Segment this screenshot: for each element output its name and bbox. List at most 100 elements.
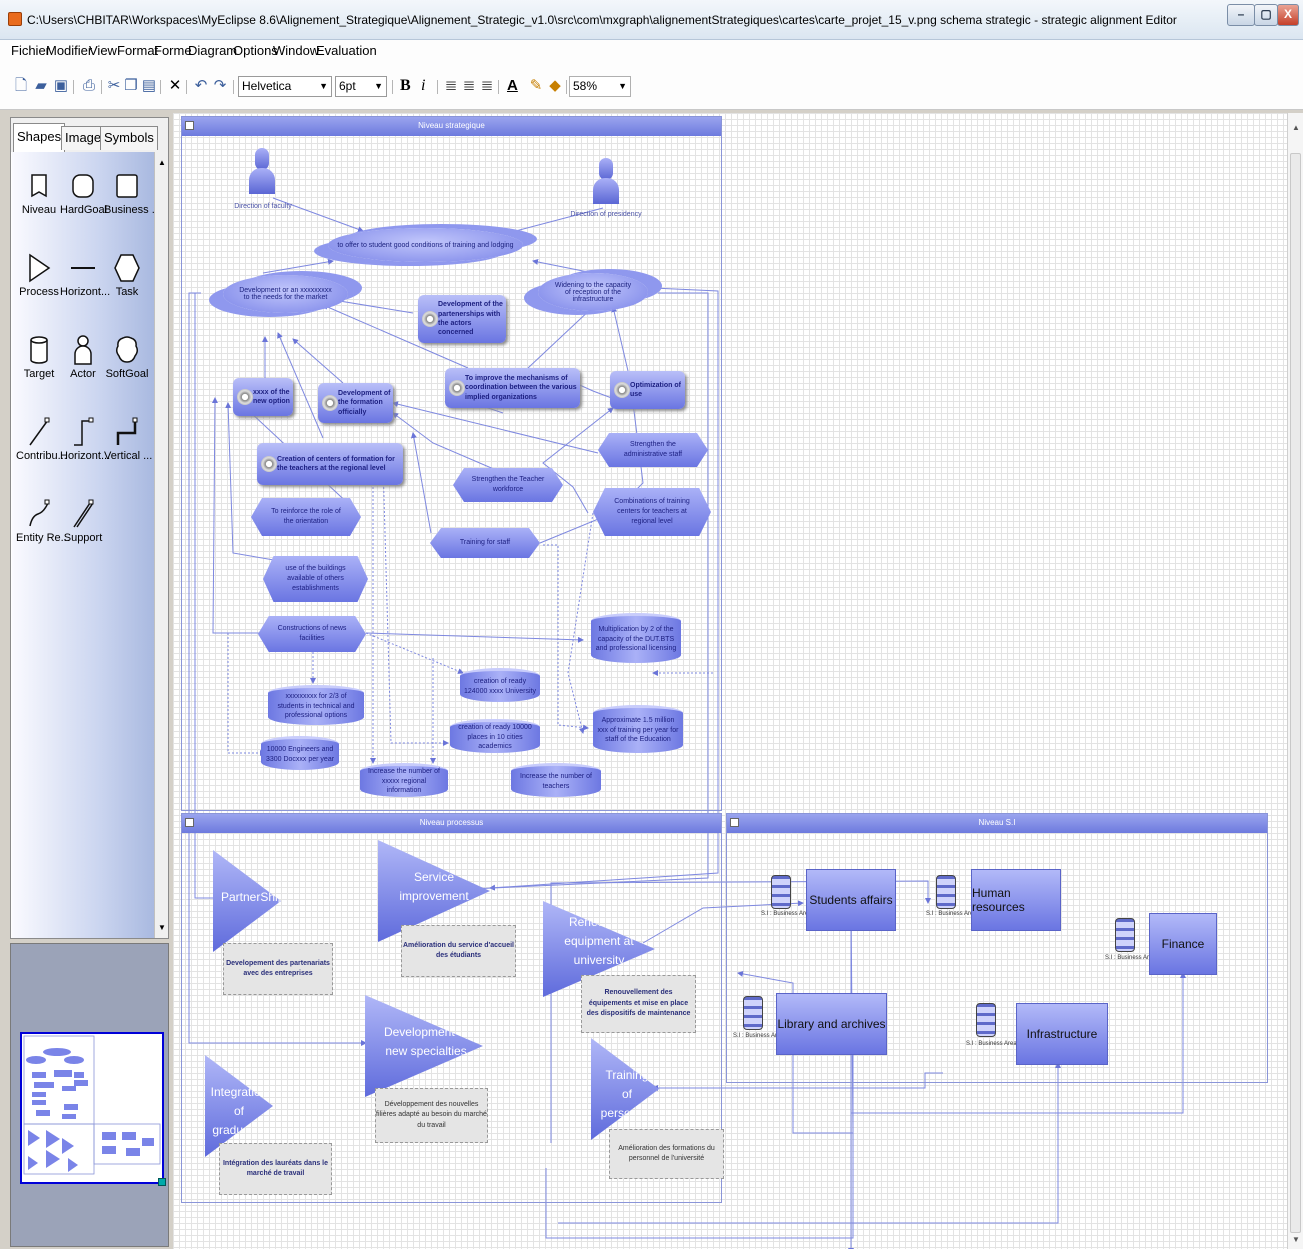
palette-scrollbar[interactable]: ▲ ▼ <box>154 152 168 938</box>
palette-item-business[interactable]: Business ... <box>104 168 161 216</box>
fill-color-icon[interactable]: ◆ <box>546 77 564 95</box>
note-specialties[interactable]: Développement des nouvelles filières ada… <box>375 1088 488 1143</box>
si-human-resources[interactable]: Human resources <box>971 869 1061 931</box>
italic-button[interactable]: i <box>421 76 425 96</box>
scroll-up-icon[interactable]: ▲ <box>158 158 166 167</box>
font-family-select[interactable]: Helvetica ▼ <box>238 76 332 97</box>
task-optimization[interactable]: Optimization of use <box>610 371 685 409</box>
si-finance[interactable]: Finance <box>1149 913 1217 975</box>
copy-icon[interactable]: ❐ <box>122 77 140 95</box>
indicator-creation-124000[interactable]: creation of ready 124000 xxxx University <box>460 668 540 702</box>
indicator-creation-10000[interactable]: creation of ready 10000 places in 10 cit… <box>450 719 540 753</box>
delete-icon[interactable]: ✕ <box>166 77 184 95</box>
menu-fichier[interactable]: Fichier <box>11 43 50 58</box>
palette-item-horizontal[interactable]: Horizont... <box>60 250 110 298</box>
indicator-multiplication[interactable]: Multiplication by 2 of the capacity of t… <box>591 613 681 663</box>
softgoal-capacity[interactable]: Widening to the capacity of reception of… <box>538 273 648 311</box>
actor-faculty[interactable] <box>249 148 275 194</box>
minimize-button[interactable]: – <box>1227 4 1255 26</box>
target-teacher-workforce[interactable]: Strengthen the Teacher workforce <box>453 468 563 502</box>
menu-diagram[interactable]: Diagram <box>188 43 237 58</box>
indicator-engineers[interactable]: 10000 Engineers and 3300 Docxxx per year <box>261 736 339 770</box>
maximize-button[interactable]: ▢ <box>1254 4 1278 26</box>
task-partnerships[interactable]: Development of the partenerships with th… <box>418 295 506 343</box>
si-students-affairs[interactable]: Students affairs <box>806 869 896 931</box>
palette-item-support[interactable]: Support <box>60 496 106 544</box>
save-icon[interactable]: ▣ <box>52 77 70 95</box>
menu-window[interactable]: Window <box>273 43 319 58</box>
palette-item-actor[interactable]: Actor <box>60 332 106 380</box>
scroll-down-icon[interactable]: ▼ <box>1292 1235 1300 1244</box>
menu-options[interactable]: Options <box>233 43 278 58</box>
cut-icon[interactable]: ✂ <box>105 77 123 95</box>
note-renewal[interactable]: Renouvellement des équipements et mise e… <box>581 975 696 1033</box>
note-training[interactable]: Amélioration des formations du personnel… <box>609 1129 724 1179</box>
target-constructions[interactable]: Constructions of news facilities <box>258 616 366 652</box>
target-combinations[interactable]: Combinations of training centers for tea… <box>593 488 711 536</box>
undo-icon[interactable]: ↶ <box>192 77 210 95</box>
zoom-select[interactable]: 58% ▼ <box>569 76 631 97</box>
palette-item-task[interactable]: Task <box>104 250 150 298</box>
softgoal-market-needs[interactable]: Development or an xxxxxxxxx to the needs… <box>223 275 348 313</box>
palette-item-contribution[interactable]: Contribu... <box>16 414 67 462</box>
collapse-icon[interactable] <box>185 121 194 130</box>
target-buildings[interactable]: use of the buildings available of others… <box>263 556 368 602</box>
tab-shapes[interactable]: Shapes <box>13 123 66 152</box>
indicator-million[interactable]: Approximate 1.5 million xxx of training … <box>593 705 683 753</box>
note-service[interactable]: Amélioration du service d'accueil des ét… <box>401 925 516 977</box>
redo-icon[interactable]: ↷ <box>211 77 229 95</box>
softgoal-good-conditions[interactable]: to offer to student good conditions of t… <box>328 228 523 262</box>
palette-item-entity-relation[interactable]: Entity Re... <box>16 496 70 544</box>
target-training-staff[interactable]: Training for staff <box>430 528 540 558</box>
diagram-canvas[interactable]: Niveau strategique Niveau processus Nive… <box>173 113 1303 1249</box>
tab-symbols[interactable]: Symbols <box>100 126 158 150</box>
menu-format[interactable]: Format <box>117 43 158 58</box>
collapse-icon[interactable] <box>730 818 739 827</box>
close-button[interactable]: X <box>1277 4 1299 26</box>
palette-item-horizontal-connector[interactable]: Horizont... <box>60 414 110 462</box>
palette-item-niveau[interactable]: Niveau <box>16 168 62 216</box>
scroll-down-icon[interactable]: ▼ <box>158 923 166 932</box>
align-right-icon[interactable]: ≣ <box>478 77 496 95</box>
collapse-icon[interactable] <box>185 818 194 827</box>
canvas-scrollbar[interactable]: ▲ ▼ <box>1287 113 1303 1249</box>
task-new-option[interactable]: xxxx of the new option <box>233 378 293 416</box>
menu-modifier[interactable]: Modifier <box>46 43 92 58</box>
outline-resize-handle[interactable] <box>158 1178 166 1186</box>
bold-button[interactable]: B <box>400 76 411 96</box>
target-admin-staff[interactable]: Strengthen the administrative staff <box>598 433 708 467</box>
palette-item-process[interactable]: Process <box>16 250 62 298</box>
note-partnership[interactable]: Developement des partenariats avec des e… <box>223 943 333 995</box>
font-color-button[interactable]: A <box>507 76 518 96</box>
si-infrastructure[interactable]: Infrastructure <box>1016 1003 1108 1065</box>
task-formation[interactable]: Development of the formation officially <box>318 383 393 423</box>
align-left-icon[interactable]: ≣ <box>442 77 460 95</box>
indicator-regional[interactable]: Increase the number of xxxxx regional in… <box>360 763 448 797</box>
font-size-select[interactable]: 6pt ▼ <box>335 76 387 97</box>
task-mechanisms[interactable]: To improve the mechanisms of coordinatio… <box>445 368 580 408</box>
palette-item-hardgoal[interactable]: HardGoal <box>60 168 107 216</box>
diagram-outline-viewport[interactable] <box>20 1032 166 1186</box>
indicator-teachers[interactable]: Increase the number of teachers <box>511 763 601 797</box>
task-centers[interactable]: Creation of centers of formation for the… <box>257 443 403 485</box>
actor-presidency[interactable] <box>593 158 619 204</box>
target-orientation[interactable]: To reinforce the role of the orientation <box>251 498 361 536</box>
chevron-down-icon: ▼ <box>618 81 627 91</box>
new-icon[interactable]: 🗋 <box>12 77 30 95</box>
print-icon[interactable]: ⎙ <box>80 77 98 95</box>
align-center-icon[interactable]: ≣ <box>460 77 478 95</box>
palette-item-vertical-connector[interactable]: Vertical ... <box>104 414 152 462</box>
scroll-thumb[interactable] <box>1290 153 1301 1233</box>
note-integration[interactable]: Intégration des lauréats dans le marché … <box>219 1143 332 1195</box>
menu-evaluation[interactable]: Evaluation <box>316 43 377 58</box>
line-color-icon[interactable]: ✎ <box>527 77 545 95</box>
palette-item-target[interactable]: Target <box>16 332 62 380</box>
menu-forme[interactable]: Forme <box>154 43 192 58</box>
si-library-archives[interactable]: Library and archives <box>776 993 887 1055</box>
open-icon[interactable]: ▰ <box>32 77 50 95</box>
menu-view[interactable]: View <box>89 43 117 58</box>
palette-item-softgoal[interactable]: SoftGoal <box>104 332 150 380</box>
paste-icon[interactable]: ▤ <box>140 77 158 95</box>
scroll-up-icon[interactable]: ▲ <box>1292 123 1300 132</box>
indicator-students[interactable]: xxxxxxxxx for 2/3 of students in technic… <box>268 685 364 725</box>
